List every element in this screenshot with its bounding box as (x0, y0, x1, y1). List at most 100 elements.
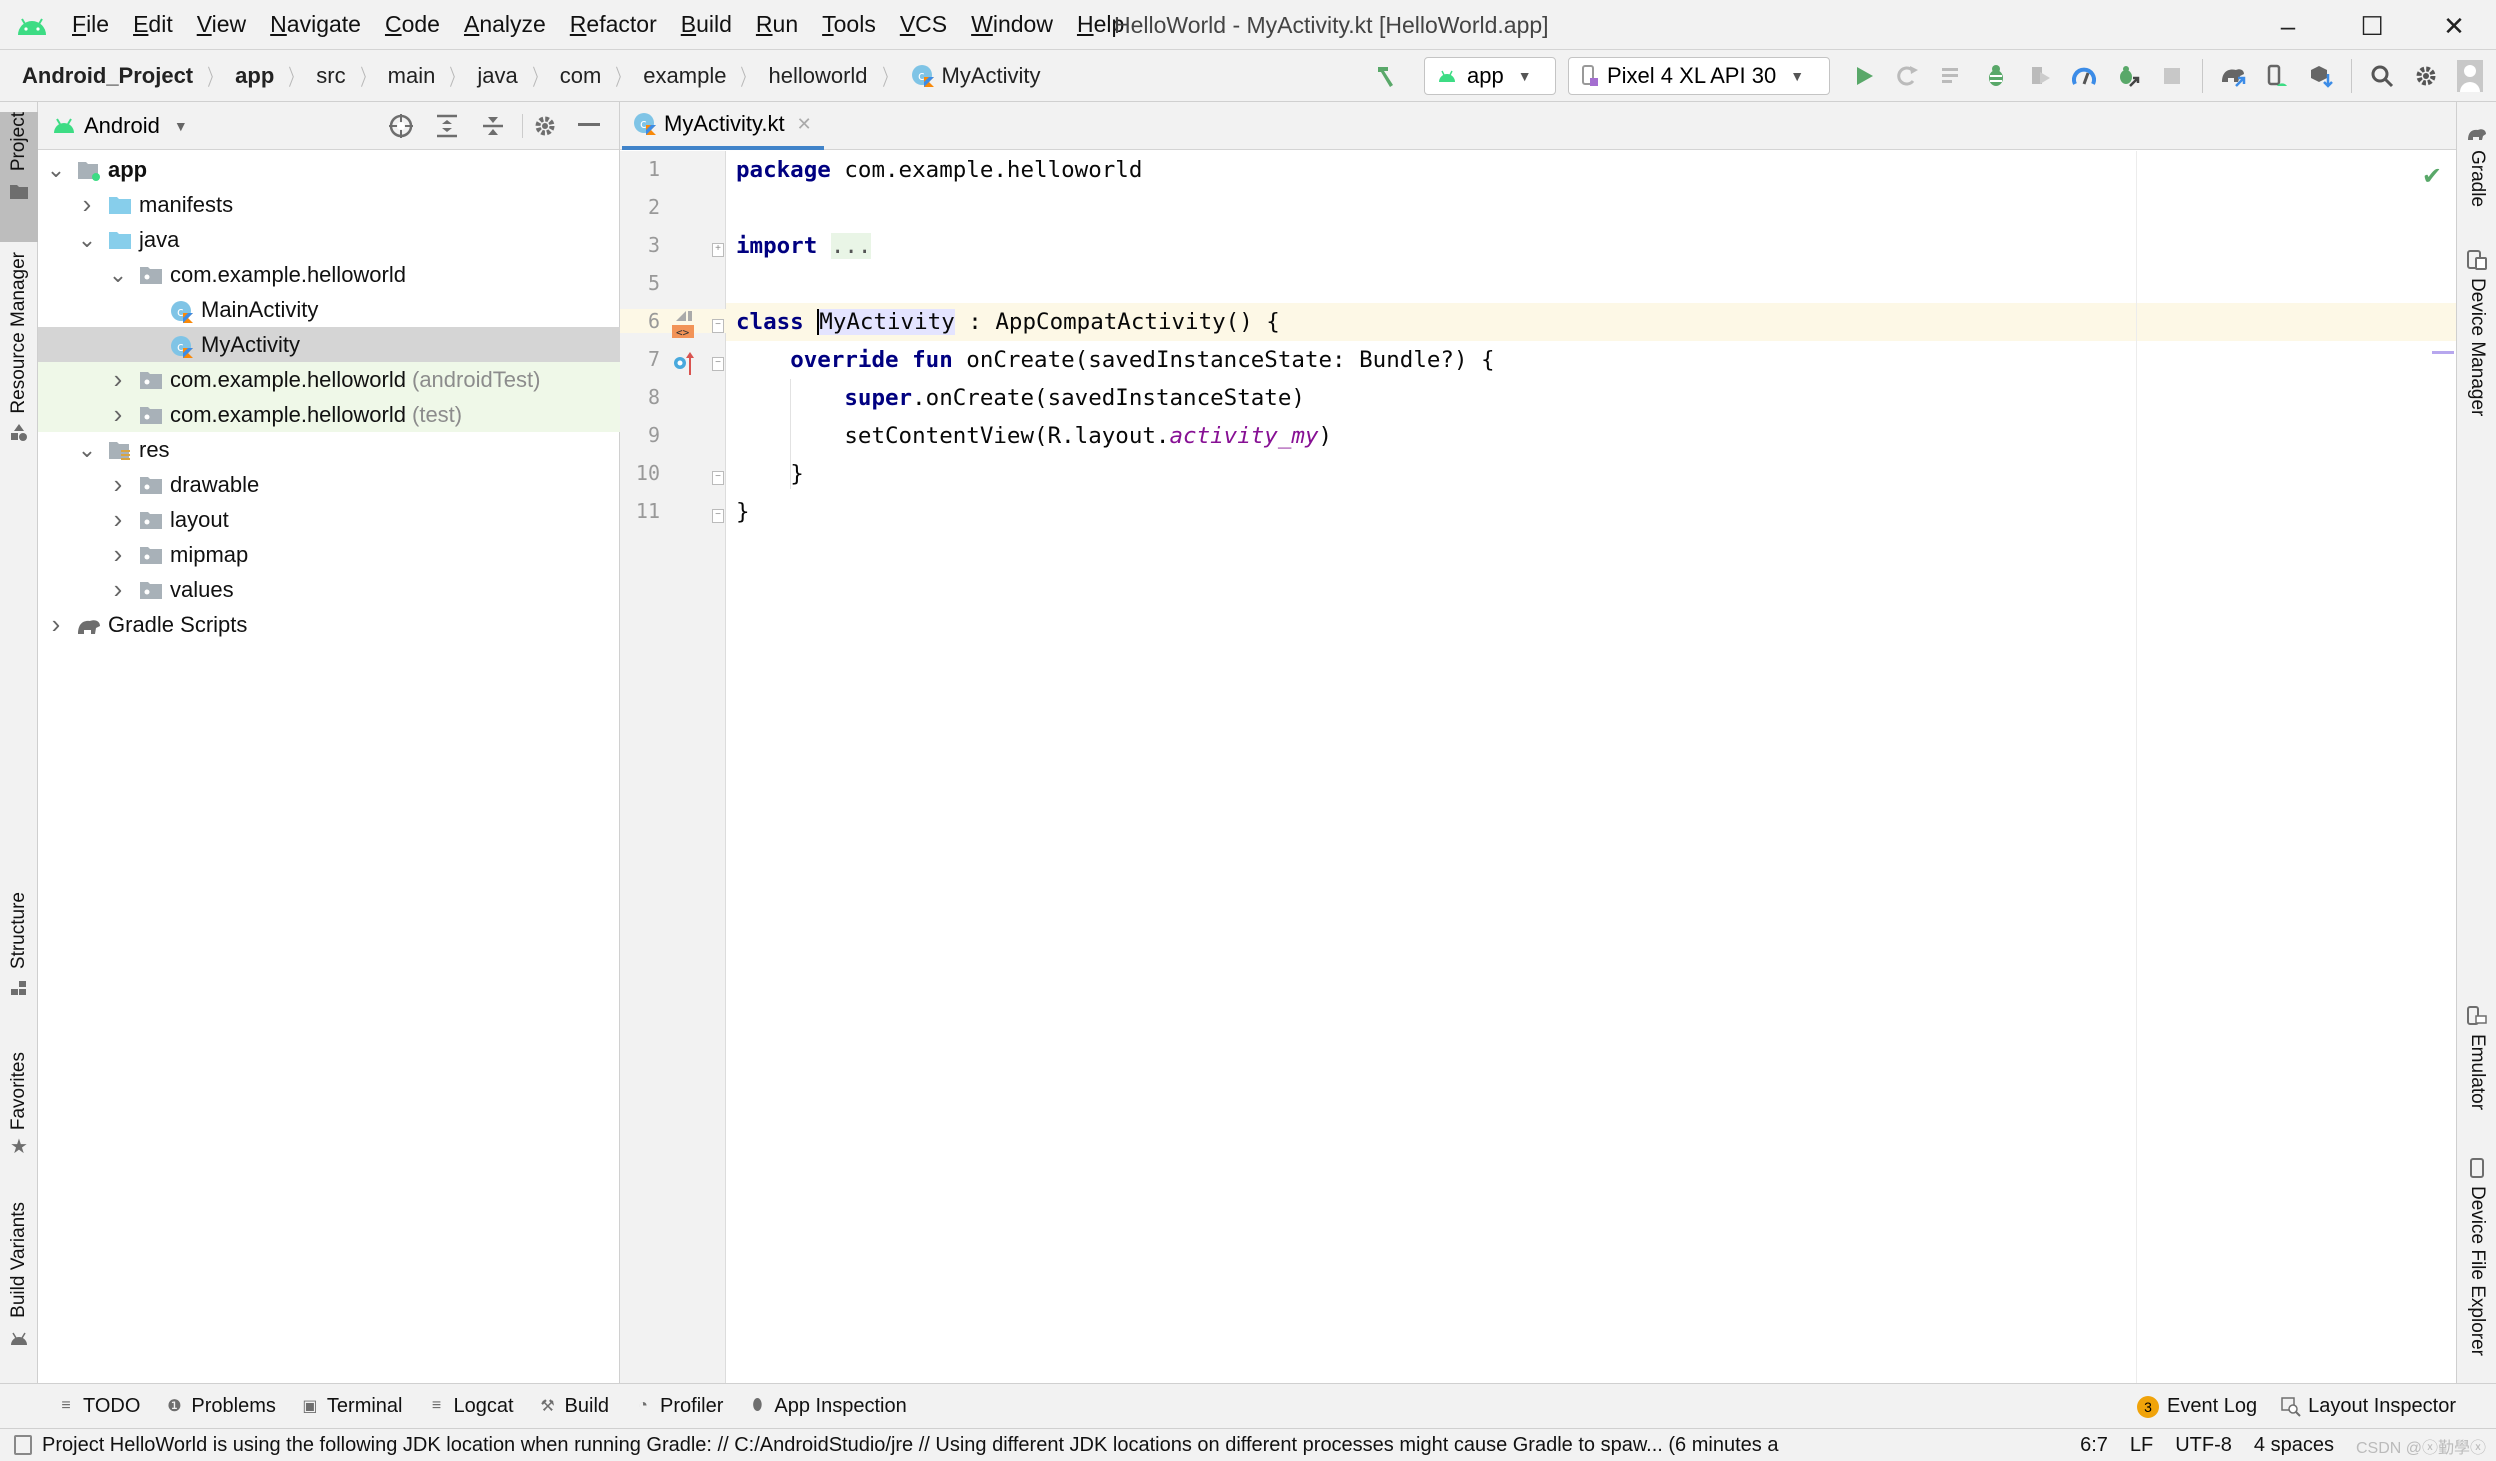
tree-item-layout[interactable]: › layout (38, 502, 620, 537)
indent-setting[interactable]: 4 spaces (2254, 1434, 2334, 1457)
menu-tools[interactable]: Tools (810, 11, 888, 38)
menu-refactor[interactable]: Refactor (558, 11, 669, 38)
menu-file[interactable]: File (60, 11, 121, 38)
chevron-right-icon[interactable]: › (46, 609, 66, 640)
run-configuration-select[interactable]: app ▼ (1424, 57, 1556, 95)
code-line-1[interactable]: package com.example.helloworld (726, 151, 2456, 189)
search-icon[interactable] (2362, 56, 2402, 96)
settings-icon[interactable] (2406, 56, 2446, 96)
tree-item-gradle-scripts[interactable]: › Gradle Scripts (38, 607, 620, 642)
build-hammer-icon[interactable] (1366, 56, 1406, 96)
code-line-8[interactable]: super.onCreate(savedInstanceState) (726, 379, 2456, 417)
code-line-11[interactable]: } (726, 493, 2456, 531)
chevron-right-icon[interactable]: › (108, 539, 128, 570)
sdk-manager-icon[interactable] (2301, 56, 2341, 96)
chevron-right-icon[interactable]: › (108, 469, 128, 500)
code-area[interactable]: package com.example.helloworld import ..… (726, 151, 2456, 1383)
chevron-down-icon[interactable]: ⌄ (77, 228, 97, 250)
fold-end-icon[interactable]: − (712, 471, 724, 485)
tool-tab-resource-manager[interactable]: Resource Manager (0, 252, 38, 562)
editor-tab-myactivity[interactable]: c MyActivity.kt ✕ (622, 102, 824, 150)
menu-analyze[interactable]: Analyze (452, 11, 558, 38)
hide-panel-icon[interactable] (574, 111, 604, 141)
menu-run[interactable]: Run (744, 11, 810, 38)
tool-tab-problems[interactable]: ❶ Problems (164, 1395, 276, 1418)
tool-tab-device-file-explorer[interactable]: Device File Explorer (2457, 1152, 2496, 1356)
breadcrumb-app[interactable]: app (235, 63, 274, 89)
toggle-tool-windows-icon[interactable] (14, 1435, 32, 1455)
profile-icon[interactable] (2064, 56, 2104, 96)
breadcrumb-android-project[interactable]: Android_Project (22, 63, 193, 89)
tool-tab-logcat[interactable]: ≡ Logcat (426, 1395, 514, 1418)
tool-tab-terminal[interactable]: ▣ Terminal (300, 1395, 402, 1418)
tool-tab-event-log[interactable]: 3 Event Log (2137, 1395, 2257, 1418)
folded-imports[interactable]: ... (830, 233, 872, 259)
tree-item-res[interactable]: ⌄ res (38, 432, 620, 467)
breadcrumb-java[interactable]: java (477, 63, 517, 89)
code-line-6[interactable]: class MyActivity : AppCompatActivity() { (726, 303, 2456, 341)
apply-changes-icon[interactable] (1888, 56, 1928, 96)
chevron-right-icon[interactable]: › (108, 574, 128, 605)
menu-window[interactable]: Window (959, 11, 1065, 38)
run-coverage-icon[interactable] (2020, 56, 2060, 96)
chevron-right-icon[interactable]: › (77, 189, 97, 220)
fold-end-icon[interactable]: − (712, 509, 724, 523)
sync-gradle-icon[interactable] (2213, 56, 2253, 96)
chevron-down-icon[interactable]: ⌄ (108, 263, 128, 285)
tree-item-manifests[interactable]: › manifests (38, 187, 620, 222)
no-problems-check-icon[interactable]: ✔ (2422, 162, 2442, 191)
menu-view[interactable]: View (185, 11, 258, 38)
related-layout-icon[interactable]: <> (672, 309, 694, 339)
tree-item-mipmap[interactable]: › mipmap (38, 537, 620, 572)
attach-debugger-icon[interactable] (2108, 56, 2148, 96)
line-separator[interactable]: LF (2130, 1434, 2153, 1457)
tool-tab-structure[interactable]: Structure (0, 892, 38, 1022)
tool-tab-gradle[interactable]: Gradle (2457, 116, 2496, 207)
run-icon[interactable] (1844, 56, 1884, 96)
menu-vcs[interactable]: VCS (888, 11, 959, 38)
tree-item-com-example-helloworld-test[interactable]: › com.example.helloworld (test) (38, 397, 620, 432)
account-icon[interactable] (2450, 56, 2490, 96)
fold-expand-icon[interactable]: + (712, 243, 724, 257)
menu-build[interactable]: Build (669, 11, 744, 38)
fold-collapse-icon[interactable]: − (712, 357, 724, 371)
overrides-method-icon[interactable] (672, 351, 696, 377)
close-window-button[interactable]: ✕ (2426, 6, 2482, 46)
code-line-9[interactable]: setContentView(R.layout.activity_my) (726, 417, 2456, 455)
breadcrumb-example[interactable]: example (643, 63, 726, 89)
debug-icon[interactable] (1976, 56, 2016, 96)
tool-tab-app-inspection[interactable]: ⬮ App Inspection (747, 1395, 906, 1418)
tool-tab-device-manager[interactable]: Device Manager (2457, 244, 2496, 416)
chevron-right-icon[interactable]: › (108, 364, 128, 395)
apply-code-changes-icon[interactable] (1932, 56, 1972, 96)
tree-item-java[interactable]: ⌄ java (38, 222, 620, 257)
close-tab-icon[interactable]: ✕ (797, 114, 812, 135)
code-line-3[interactable]: import ... (726, 227, 2456, 265)
code-line-10[interactable]: } (726, 455, 2456, 493)
fold-collapse-icon[interactable]: − (712, 319, 724, 333)
breadcrumb-main[interactable]: main (388, 63, 436, 89)
expand-all-icon[interactable] (432, 111, 462, 141)
code-line-7[interactable]: override fun onCreate(savedInstanceState… (726, 341, 2456, 379)
tool-tab-favorites[interactable]: ★ Favorites (0, 1052, 38, 1182)
tree-item-drawable[interactable]: › drawable (38, 467, 620, 502)
minimize-button[interactable]: – (2260, 6, 2316, 46)
caret-position[interactable]: 6:7 (2080, 1434, 2108, 1457)
tree-item-values[interactable]: › values (38, 572, 620, 607)
avd-manager-icon[interactable] (2257, 56, 2297, 96)
chevron-right-icon[interactable]: › (108, 504, 128, 535)
tool-tab-emulator[interactable]: Emulator (2457, 1000, 2496, 1110)
scrollbar-marker[interactable] (2432, 351, 2454, 354)
tree-item-mainactivity[interactable]: c MainActivity (38, 292, 620, 327)
breadcrumb-helloworld[interactable]: helloworld (768, 63, 867, 89)
breadcrumb-com[interactable]: com (560, 63, 602, 89)
breadcrumb-myactivity[interactable]: c MyActivity (910, 63, 1041, 89)
chevron-down-icon[interactable]: ⌄ (77, 438, 97, 460)
tool-tab-layout-inspector[interactable]: Layout Inspector (2281, 1395, 2456, 1418)
collapse-all-icon[interactable] (478, 111, 508, 141)
chevron-right-icon[interactable]: › (108, 399, 128, 430)
stop-icon[interactable] (2152, 56, 2192, 96)
tool-tab-todo[interactable]: ≡ TODO (56, 1395, 140, 1418)
file-encoding[interactable]: UTF-8 (2175, 1434, 2232, 1457)
settings-icon[interactable] (530, 111, 560, 141)
